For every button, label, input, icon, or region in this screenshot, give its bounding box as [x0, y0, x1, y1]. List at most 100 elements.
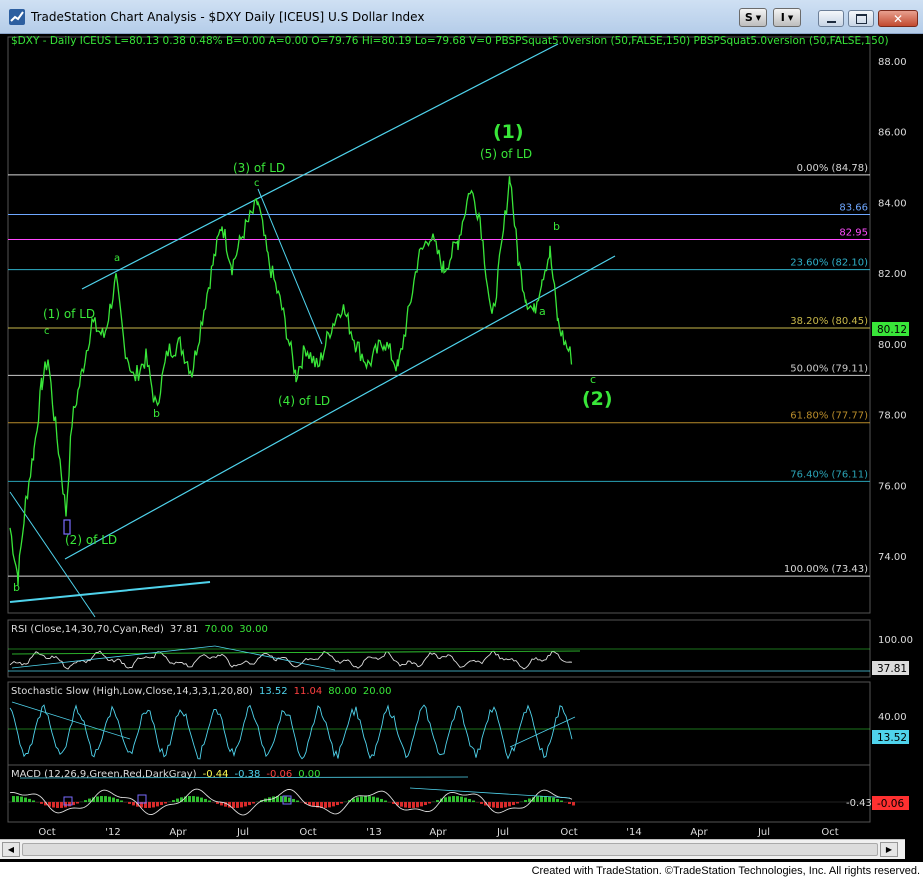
scroll-thumb[interactable]: [22, 843, 878, 856]
close-button[interactable]: ✕: [878, 10, 918, 27]
macd-hist-bar: [200, 797, 203, 802]
macd-hist-bar: [380, 798, 383, 802]
macd-hist-bar: [24, 797, 27, 802]
macd-hist-bar: [568, 802, 571, 804]
rsi-axis-top: 100.00: [878, 635, 913, 646]
scroll-right-button[interactable]: ▶: [880, 842, 898, 857]
macd-hist-bar: [128, 802, 131, 804]
rsi-header: RSI (Close,14,30,70,Cyan,Red) 37.81 70.00 3…: [11, 624, 268, 635]
macd-hist-bar: [60, 802, 63, 808]
macd-hist-bar: [104, 796, 107, 802]
macd-hist-bar: [452, 796, 455, 802]
chevron-down-icon: ▼: [755, 13, 762, 22]
copyright-text: Created with TradeStation. ©TradeStation…: [531, 865, 920, 877]
chart-area[interactable]: 0.00% (84.78) 83.66 82.95 23.60% (82.10) 38.…: [0, 34, 923, 862]
styles-menu-label: S: [744, 11, 753, 24]
level-label-6: 61.80% (77.77): [790, 411, 868, 422]
time-axis: Oct '12 Apr Jul Oct '13 Apr Jul Oct '14 Apr Jul Oct: [38, 827, 838, 838]
wave-label-b1: b: [153, 407, 160, 420]
macd-hist-bar: [204, 798, 207, 802]
macd-hist-bar: [296, 800, 299, 802]
wave-label-big-2: (2): [582, 388, 613, 410]
time-label-1: '12: [105, 827, 120, 838]
macd-hist-bar: [248, 802, 251, 806]
macd-hist-bar: [536, 796, 539, 802]
macd-hist-bar: [40, 802, 43, 804]
wave-label-5-ld: (5) of LD: [480, 147, 532, 161]
macd-hist-bar: [376, 797, 379, 802]
macd-hist-bar: [32, 800, 35, 802]
macd-hist-bar: [16, 796, 19, 802]
macd-hist-bar: [68, 802, 71, 807]
macd-hist-bar: [492, 802, 495, 808]
time-label-11: Jul: [757, 827, 770, 838]
level-label-5: 50.00% (79.11): [790, 363, 868, 374]
scroll-left-button[interactable]: ◀: [2, 842, 20, 857]
macd-hist-bar: [160, 802, 163, 806]
macd-hist-bar: [52, 802, 55, 808]
styles-menu-button[interactable]: S ▼: [739, 8, 767, 27]
macd-hist-bar: [284, 796, 287, 802]
close-icon: ✕: [892, 11, 904, 26]
macd-hist-bar: [28, 798, 31, 802]
wave-label-c3: c: [254, 178, 260, 189]
macd-hist-bar: [464, 797, 467, 802]
lower-channel-line: [64, 255, 616, 560]
minimize-button[interactable]: [818, 10, 844, 27]
macd-hist-bar: [552, 797, 555, 802]
macd-hist-bar: [328, 802, 331, 808]
window-title: TradeStation Chart Analysis - $DXY Daily…: [31, 10, 425, 24]
last-price-label: 80.12: [877, 324, 907, 336]
macd-hist-bar: [20, 796, 23, 802]
macd-hist-bar: [444, 797, 447, 802]
wave-label-4-ld: (4) of LD: [278, 394, 330, 408]
macd-hist-bar: [292, 798, 295, 802]
wave-label-1-ld: (1) of LD: [43, 307, 95, 321]
macd-hist-bar: [456, 796, 459, 802]
price-axis: 88.00 86.00 84.00 82.00 80.00 78.00 76.00 74.00: [878, 57, 907, 563]
price-tick-6: 76.00: [878, 481, 907, 492]
restore-button[interactable]: [848, 10, 874, 27]
macd-hist-bar: [400, 802, 403, 807]
minimize-icon: [826, 20, 836, 23]
stochastic-series-line: [9, 704, 573, 760]
wave-label-a3: a: [539, 305, 546, 318]
time-label-4: Oct: [299, 827, 316, 838]
macd-hist-bar: [516, 802, 519, 804]
macd-hist-bar: [512, 802, 515, 806]
macd-hist-bar: [56, 802, 59, 808]
price-chart[interactable]: 0.00% (84.78) 83.66 82.95 23.60% (82.10) 38.…: [0, 34, 923, 839]
level-label-2: 82.95: [839, 228, 868, 239]
macd-hist-bar: [112, 797, 115, 802]
macd-hist-bar: [412, 802, 415, 808]
macd-hist-bar: [336, 802, 339, 806]
wave-label-c4: c: [590, 373, 596, 386]
insert-menu-button[interactable]: I ▼: [773, 8, 801, 27]
macd-hist-bar: [96, 796, 99, 802]
horizontal-scrollbar[interactable]: ◀ ▶: [0, 839, 905, 859]
wave-label-c1: c: [44, 326, 50, 337]
macd-axis-left: -0.43: [846, 798, 872, 809]
macd-hist-bar: [324, 802, 327, 808]
macd-hist-bar: [368, 796, 371, 802]
macd-hist-bar: [196, 796, 199, 802]
macd-hist-bar: [132, 802, 135, 806]
stochastic-axis-tick: 40.00: [878, 712, 907, 723]
macd-hist-bar: [408, 802, 411, 808]
time-label-9: '14: [626, 827, 641, 838]
upper-channel-line: [81, 43, 559, 290]
macd-hist-bar: [172, 800, 175, 802]
level-label-3: 23.60% (82.10): [790, 258, 868, 269]
macd-hist-bar: [76, 802, 79, 804]
price-pane-frame: [7, 36, 871, 614]
macd-hist-bar: [556, 798, 559, 802]
level-label-0: 0.00% (84.78): [797, 163, 868, 174]
macd-hist-bar: [500, 802, 503, 808]
price-tick-3: 82.00: [878, 269, 907, 280]
macd-hist-bar: [372, 796, 375, 802]
macd-hist-bar: [448, 796, 451, 802]
macd-last-label: -0.06: [877, 798, 904, 810]
chevron-down-icon: ▼: [787, 13, 794, 22]
wave-label-a1: a: [114, 253, 120, 264]
price-tick-0: 88.00: [878, 57, 907, 68]
